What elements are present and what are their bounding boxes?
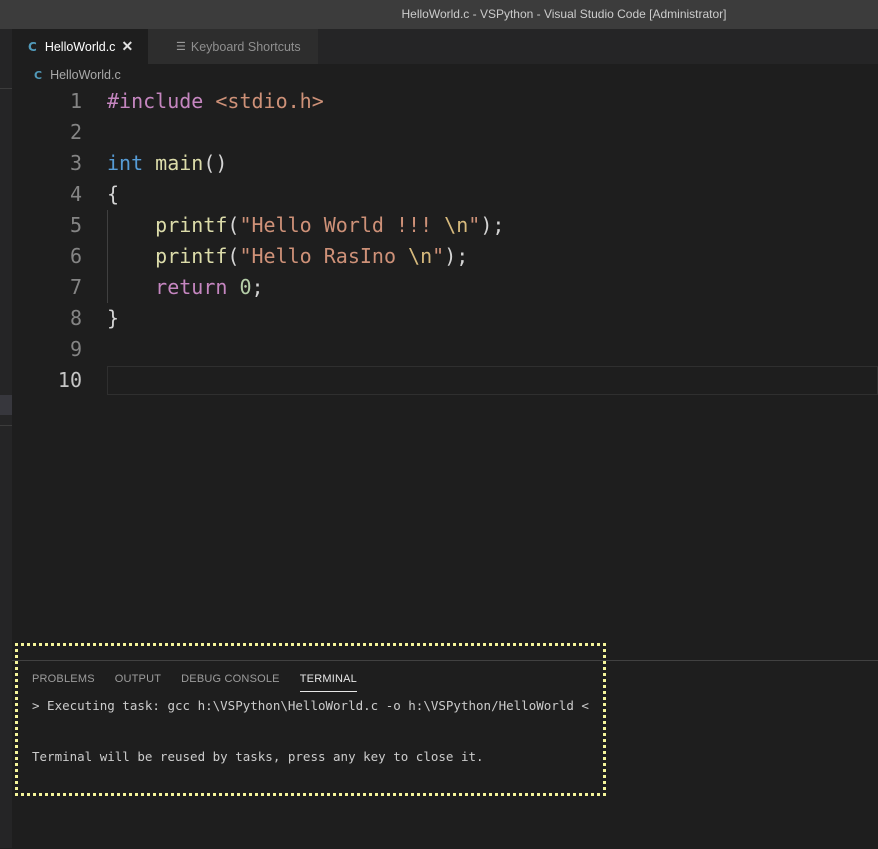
c-file-icon: C [34, 68, 43, 82]
breadcrumb-file[interactable]: HelloWorld.c [50, 68, 121, 82]
code-line[interactable]: 5 printf("Hello World !!! \n"); [12, 210, 878, 241]
line-number: 7 [69, 275, 82, 299]
code-line[interactable]: 7 return 0; [12, 272, 878, 303]
tab-terminal[interactable]: TERMINAL [299, 673, 357, 692]
line-number: 5 [69, 213, 82, 237]
tab-debug-console[interactable]: DEBUG CONSOLE [181, 673, 280, 692]
terminal-line[interactable]: Terminal will be reused by tasks, press … [32, 749, 484, 764]
tab-helloworld-c[interactable]: C HelloWorld.c ✕ [12, 29, 148, 64]
line-number: 2 [69, 120, 82, 144]
paren: ( [227, 213, 240, 237]
tab-keyboard-shortcuts[interactable]: ☰ Keyboard Shortcuts [148, 29, 318, 64]
line-number: 4 [69, 182, 82, 206]
code-line[interactable]: 10 [12, 365, 878, 396]
line-number: 8 [69, 306, 82, 330]
escape-sequence: \n [408, 244, 433, 268]
paren-semicolon: ); [444, 244, 469, 268]
function-name: main [155, 151, 204, 175]
string-literal: " [468, 213, 481, 237]
string-literal: "Hello RasIno [239, 244, 409, 268]
c-file-icon: C [28, 39, 37, 54]
code-line[interactable]: 9 [12, 334, 878, 365]
line-number: 3 [69, 151, 82, 175]
code-line[interactable]: 8 } [12, 303, 878, 334]
side-strip [0, 29, 12, 848]
line-number: 10 [57, 368, 82, 392]
semicolon: ; [251, 275, 264, 299]
open-brace: { [107, 182, 120, 206]
line-number: 9 [69, 337, 82, 361]
code-editor[interactable]: 1 #include <stdio.h> 2 3 int main() 4 { … [12, 86, 878, 660]
tab-output[interactable]: OUTPUT [115, 673, 161, 692]
breadcrumb[interactable]: C HelloWorld.c [12, 64, 878, 86]
code-line[interactable]: 3 int main() [12, 148, 878, 179]
tab-label: HelloWorld.c [44, 39, 116, 54]
title-bar: HelloWorld.c - VSPython - Visual Studio … [0, 0, 878, 29]
tab-label: Keyboard Shortcuts [190, 39, 301, 54]
code-line[interactable]: 2 [12, 117, 878, 148]
line-number: 6 [69, 244, 82, 268]
close-icon[interactable]: ✕ [121, 38, 133, 55]
window-title: HelloWorld.c - VSPython - Visual Studio … [401, 7, 727, 21]
include-header: <stdio.h> [215, 89, 324, 113]
close-brace: } [107, 306, 120, 330]
return-keyword: return [155, 275, 228, 299]
paren: ( [227, 244, 240, 268]
paren-semicolon: ); [480, 213, 505, 237]
function-call: printf [155, 213, 228, 237]
code-line[interactable]: 4 { [12, 179, 878, 210]
bottom-panel: PROBLEMS OUTPUT DEBUG CONSOLE TERMINAL >… [12, 660, 878, 849]
type-keyword: int [107, 151, 144, 175]
number-literal: 0 [239, 275, 252, 299]
terminal-line[interactable]: > Executing task: gcc h:\VSPython\HelloW… [32, 698, 589, 713]
preprocessor-directive: #include [107, 89, 204, 113]
string-literal: "Hello World !!! [239, 213, 445, 237]
escape-sequence: \n [444, 213, 469, 237]
function-call: printf [155, 244, 228, 268]
parens: () [203, 151, 228, 175]
tab-problems[interactable]: PROBLEMS [32, 673, 95, 692]
editor-tab-bar: C HelloWorld.c ✕ ☰ Keyboard Shortcuts [12, 29, 878, 64]
code-line[interactable]: 6 printf("Hello RasIno \n"); [12, 241, 878, 272]
panel-tabs: PROBLEMS OUTPUT DEBUG CONSOLE TERMINAL [32, 673, 377, 692]
string-literal: " [432, 244, 445, 268]
code-line[interactable]: 1 #include <stdio.h> [12, 86, 878, 117]
keyboard-shortcuts-icon: ☰ [176, 41, 186, 53]
line-number: 1 [69, 89, 82, 113]
